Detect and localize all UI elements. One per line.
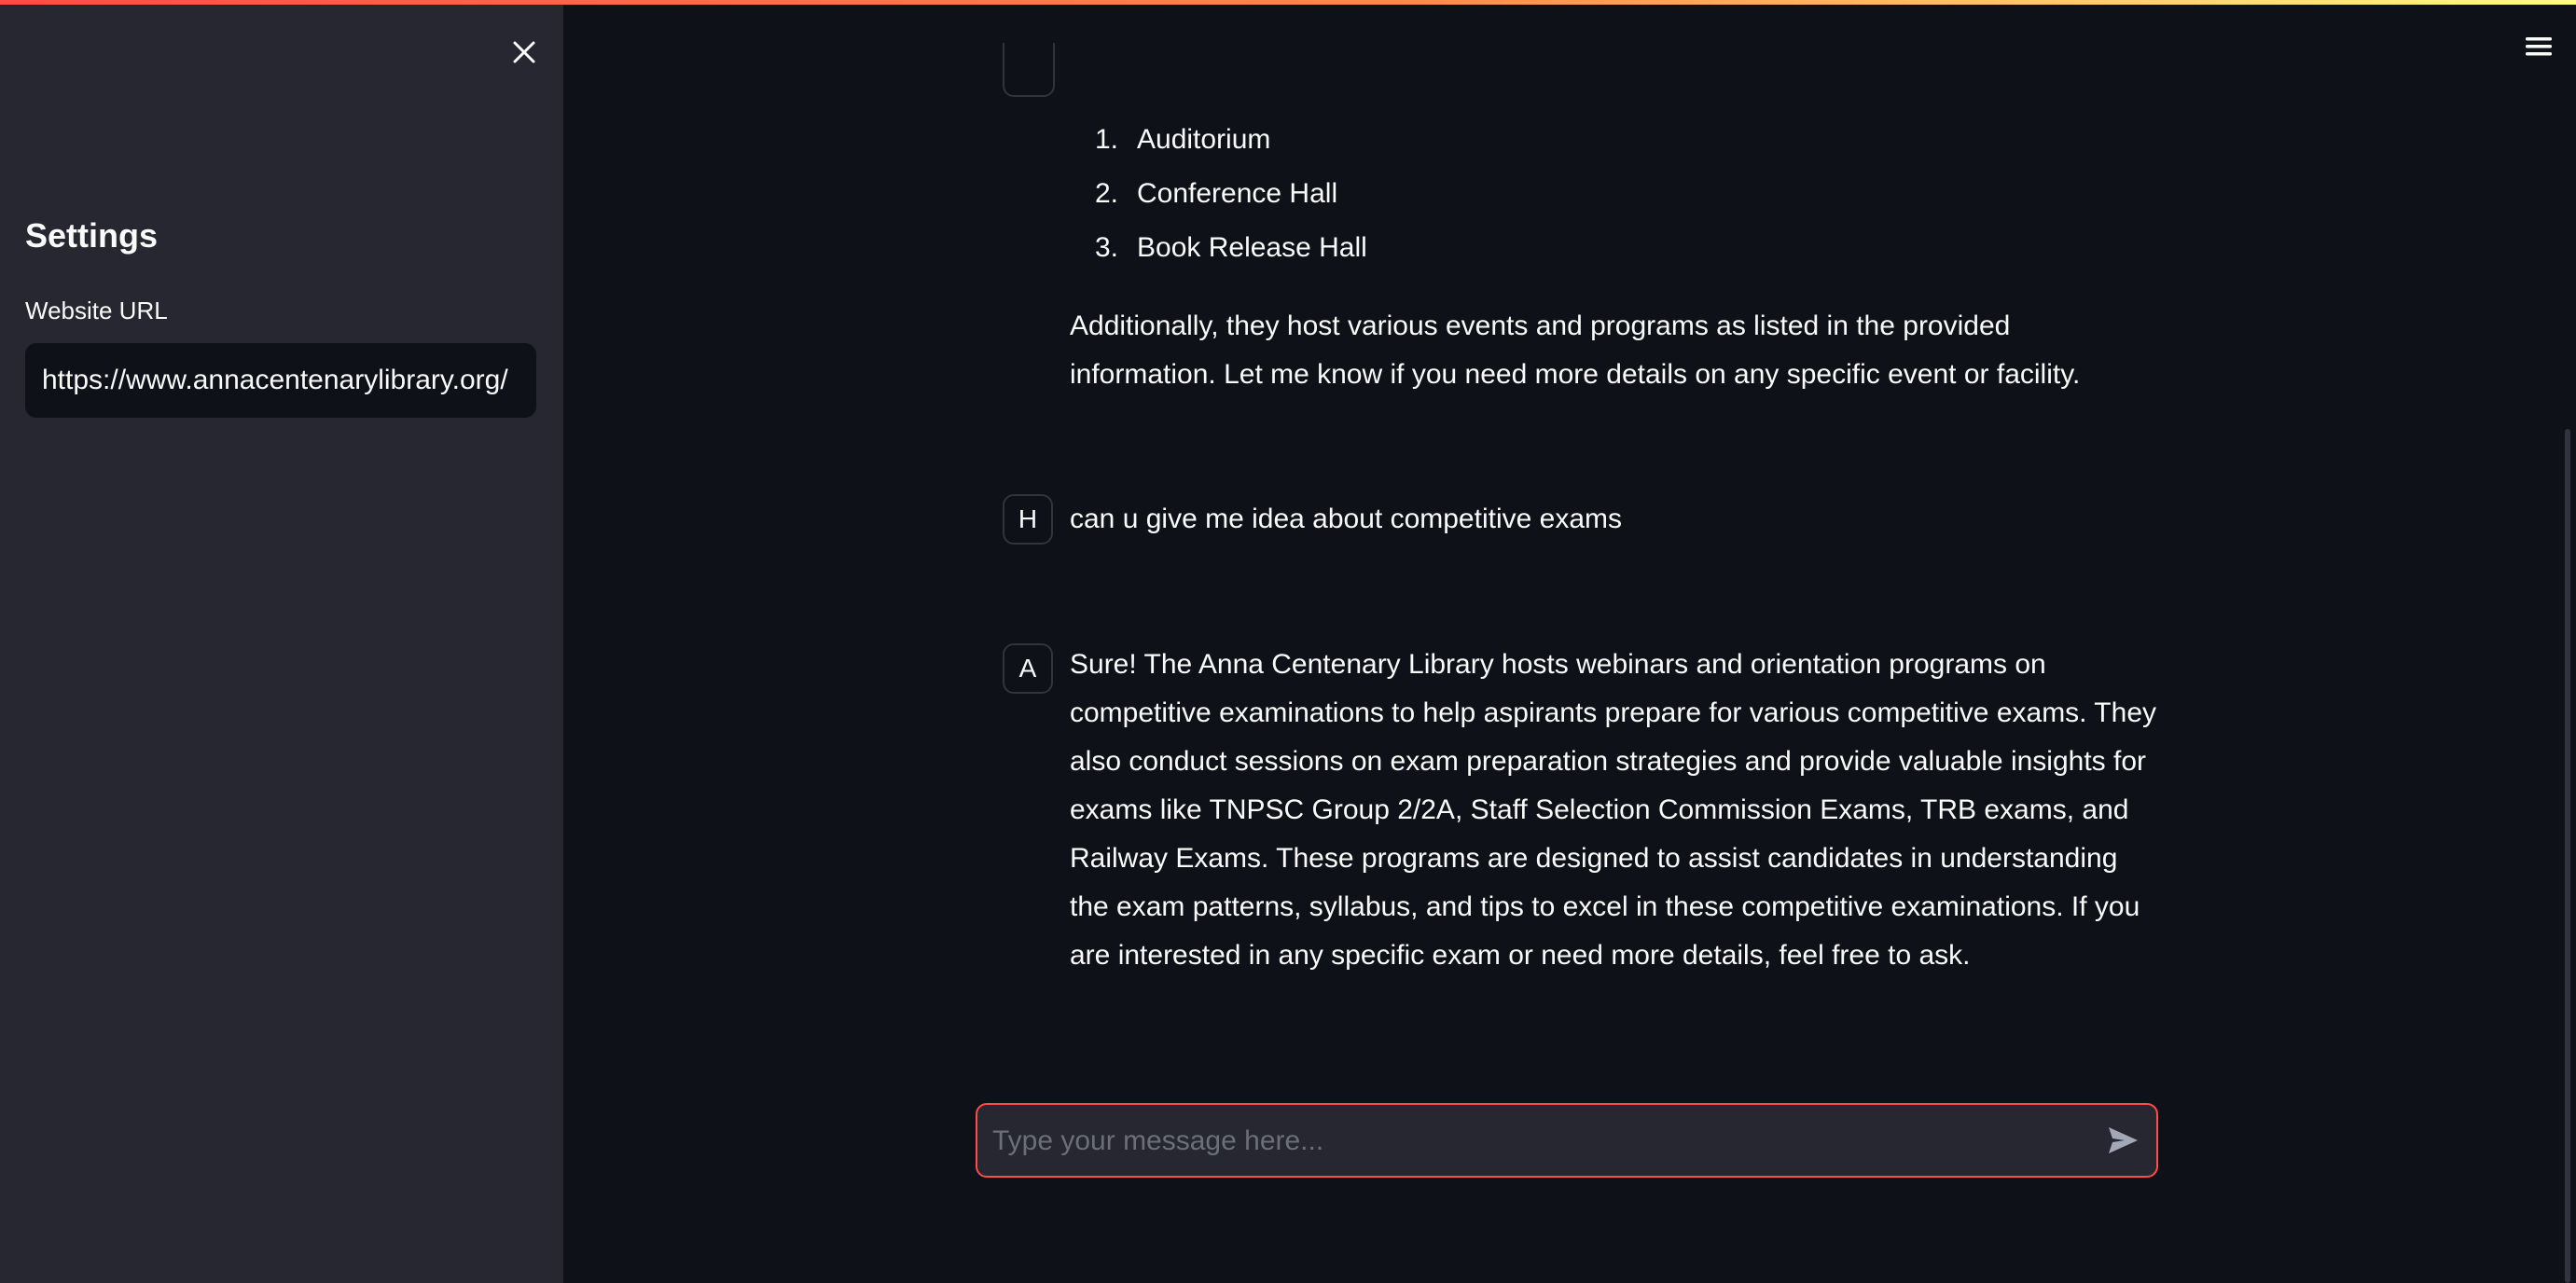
- list-item: 2. Conference Hall: [1094, 178, 1338, 209]
- settings-title: Settings: [25, 216, 159, 255]
- assistant-avatar: [1003, 43, 1055, 97]
- website-url-label: Website URL: [25, 297, 168, 324]
- human-avatar: H: [1003, 494, 1053, 545]
- facility-list: 1. Auditorium 2. Conference Hall 3. Book Re…: [1070, 117, 1367, 280]
- main-menu-button[interactable]: [2522, 32, 2555, 62]
- assistant-avatar: A: [1003, 643, 1053, 694]
- sidebar: Settings Website URL: [0, 0, 563, 1283]
- website-url-input[interactable]: [25, 343, 536, 418]
- close-sidebar-button[interactable]: [506, 34, 543, 71]
- send-button[interactable]: [2104, 1122, 2141, 1159]
- hamburger-menu-icon: [2526, 37, 2552, 56]
- list-item: 1. Auditorium: [1094, 124, 1271, 155]
- close-icon: [513, 41, 535, 63]
- chat-input-container: [976, 1103, 2158, 1178]
- top-decoration-bar: [0, 0, 2576, 5]
- human-message-text: can u give me idea about competitive exa…: [1070, 504, 1622, 534]
- list-item: 3. Book Release Hall: [1094, 232, 1367, 263]
- chat-scrollbar[interactable]: [2565, 429, 2570, 1283]
- chat-message-input[interactable]: [990, 1105, 2076, 1178]
- send-icon: [2109, 1127, 2138, 1153]
- assistant-message-text: Sure! The Anna Centenary Library hosts w…: [1070, 649, 2157, 971]
- assistant-message-text: Additionally, they host various events a…: [1070, 310, 2081, 390]
